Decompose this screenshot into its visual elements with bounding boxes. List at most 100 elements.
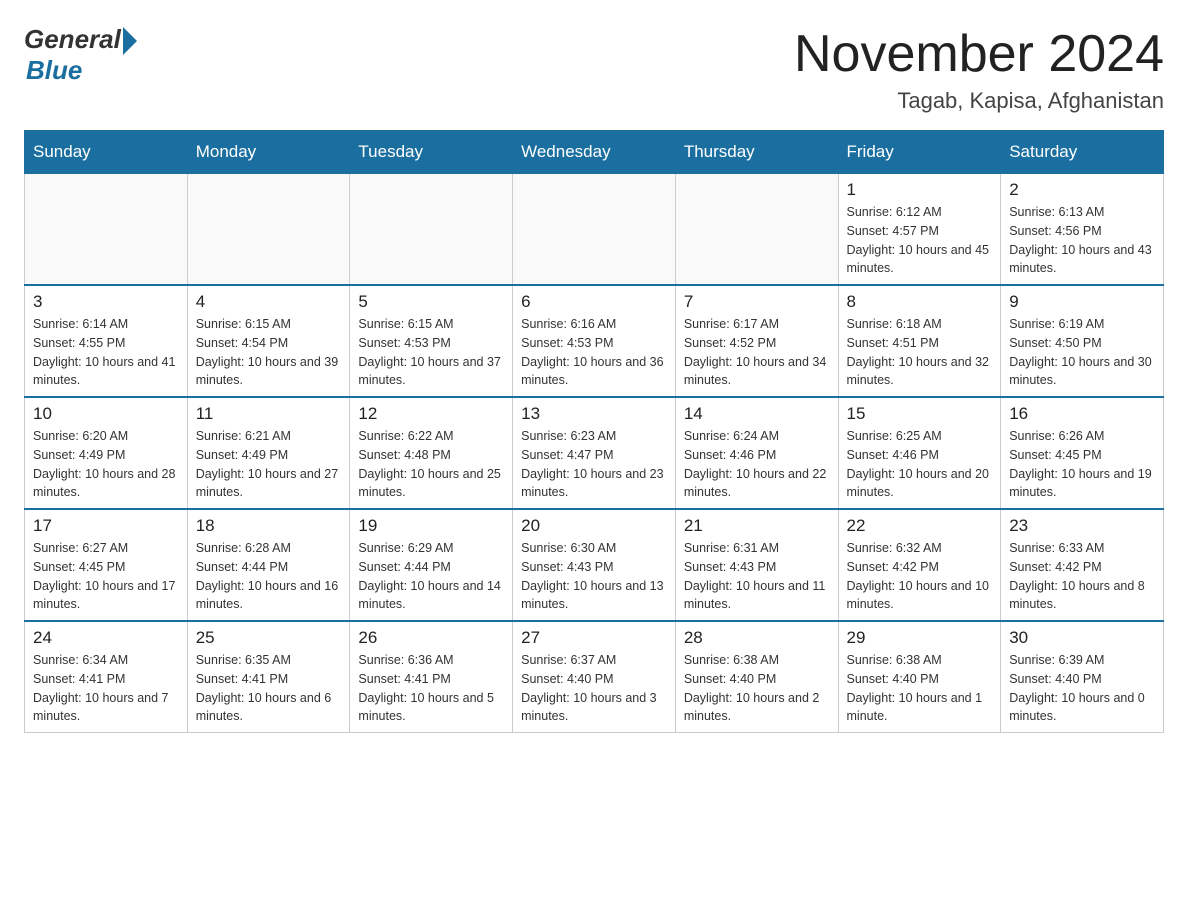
day-info: Sunrise: 6:17 AMSunset: 4:52 PMDaylight:… <box>684 315 830 390</box>
logo-general-text: General <box>24 24 121 55</box>
day-info: Sunrise: 6:38 AMSunset: 4:40 PMDaylight:… <box>847 651 993 726</box>
calendar-week-row: 1 Sunrise: 6:12 AMSunset: 4:57 PMDaylight… <box>25 173 1164 285</box>
day-number: 21 <box>684 516 830 536</box>
calendar-cell: 25Sunrise: 6:35 AMSunset: 4:41 PMDayligh… <box>187 621 350 733</box>
calendar-cell: 19 Sunrise: 6:29 AMSunset: 4:44 PMDayligh… <box>350 509 513 621</box>
calendar-table: SundayMondayTuesdayWednesdayThursdayFrid… <box>24 130 1164 733</box>
calendar-cell: 20 Sunrise: 6:30 AMSunset: 4:43 PMDayligh… <box>513 509 676 621</box>
day-number: 25 <box>196 628 342 648</box>
calendar-cell: 5 Sunrise: 6:15 AMSunset: 4:53 PMDaylight… <box>350 285 513 397</box>
calendar-cell: 9Sunrise: 6:19 AMSunset: 4:50 PMDaylight… <box>1001 285 1164 397</box>
page-header: General Blue November 2024 Tagab, Kapisa… <box>24 24 1164 114</box>
day-info: Sunrise: 6:36 AMSunset: 4:41 PMDaylight:… <box>358 651 504 726</box>
day-number: 4 <box>196 292 342 312</box>
day-info: Sunrise: 6:13 AMSunset: 4:56 PMDaylight:… <box>1009 203 1155 278</box>
day-number: 3 <box>33 292 179 312</box>
day-number: 15 <box>847 404 993 424</box>
logo-arrow-icon <box>123 27 137 55</box>
day-info: Sunrise: 6:25 AMSunset: 4:46 PMDaylight:… <box>847 427 993 502</box>
day-info: Sunrise: 6:19 AMSunset: 4:50 PMDaylight:… <box>1009 315 1155 390</box>
day-info: Sunrise: 6:15 AMSunset: 4:53 PMDaylight:… <box>358 315 504 390</box>
calendar-cell: 7Sunrise: 6:17 AMSunset: 4:52 PMDaylight… <box>675 285 838 397</box>
calendar-week-row: 10 Sunrise: 6:20 AMSunset: 4:49 PMDayligh… <box>25 397 1164 509</box>
day-info: Sunrise: 6:24 AMSunset: 4:46 PMDaylight:… <box>684 427 830 502</box>
day-info: Sunrise: 6:14 AMSunset: 4:55 PMDaylight:… <box>33 315 179 390</box>
day-number: 27 <box>521 628 667 648</box>
calendar-week-row: 24 Sunrise: 6:34 AMSunset: 4:41 PMDayligh… <box>25 621 1164 733</box>
day-number: 30 <box>1009 628 1155 648</box>
day-number: 23 <box>1009 516 1155 536</box>
logo-blue-text: Blue <box>26 55 82 86</box>
calendar-week-row: 17 Sunrise: 6:27 AMSunset: 4:45 PMDayligh… <box>25 509 1164 621</box>
calendar-cell: 23 Sunrise: 6:33 AMSunset: 4:42 PMDayligh… <box>1001 509 1164 621</box>
calendar-cell: 27 Sunrise: 6:37 AMSunset: 4:40 PMDayligh… <box>513 621 676 733</box>
calendar-cell: 26 Sunrise: 6:36 AMSunset: 4:41 PMDayligh… <box>350 621 513 733</box>
day-info: Sunrise: 6:23 AMSunset: 4:47 PMDaylight:… <box>521 427 667 502</box>
day-number: 20 <box>521 516 667 536</box>
calendar-cell <box>187 173 350 285</box>
title-block: November 2024 Tagab, Kapisa, Afghanistan <box>794 24 1164 114</box>
day-number: 6 <box>521 292 667 312</box>
day-info: Sunrise: 6:37 AMSunset: 4:40 PMDaylight:… <box>521 651 667 726</box>
day-number: 5 <box>358 292 504 312</box>
weekday-header-sunday: Sunday <box>25 131 188 173</box>
calendar-cell: 2 Sunrise: 6:13 AMSunset: 4:56 PMDaylight… <box>1001 173 1164 285</box>
day-number: 26 <box>358 628 504 648</box>
calendar-cell: 21 Sunrise: 6:31 AMSunset: 4:43 PMDayligh… <box>675 509 838 621</box>
day-number: 29 <box>847 628 993 648</box>
day-info: Sunrise: 6:31 AMSunset: 4:43 PMDaylight:… <box>684 539 830 614</box>
calendar-cell <box>25 173 188 285</box>
calendar-cell: 28Sunrise: 6:38 AMSunset: 4:40 PMDayligh… <box>675 621 838 733</box>
day-info: Sunrise: 6:38 AMSunset: 4:40 PMDaylight:… <box>684 651 830 726</box>
day-number: 11 <box>196 404 342 424</box>
calendar-cell: 1 Sunrise: 6:12 AMSunset: 4:57 PMDaylight… <box>838 173 1001 285</box>
calendar-week-row: 3 Sunrise: 6:14 AMSunset: 4:55 PMDaylight… <box>25 285 1164 397</box>
calendar-cell: 14Sunrise: 6:24 AMSunset: 4:46 PMDayligh… <box>675 397 838 509</box>
day-info: Sunrise: 6:12 AMSunset: 4:57 PMDaylight:… <box>847 203 993 278</box>
day-number: 12 <box>358 404 504 424</box>
calendar-cell: 17 Sunrise: 6:27 AMSunset: 4:45 PMDayligh… <box>25 509 188 621</box>
day-number: 24 <box>33 628 179 648</box>
day-number: 10 <box>33 404 179 424</box>
calendar-cell: 30Sunrise: 6:39 AMSunset: 4:40 PMDayligh… <box>1001 621 1164 733</box>
day-number: 17 <box>33 516 179 536</box>
calendar-cell: 11Sunrise: 6:21 AMSunset: 4:49 PMDayligh… <box>187 397 350 509</box>
day-number: 19 <box>358 516 504 536</box>
calendar-cell: 22 Sunrise: 6:32 AMSunset: 4:42 PMDayligh… <box>838 509 1001 621</box>
day-info: Sunrise: 6:34 AMSunset: 4:41 PMDaylight:… <box>33 651 179 726</box>
calendar-cell: 18Sunrise: 6:28 AMSunset: 4:44 PMDayligh… <box>187 509 350 621</box>
calendar-cell: 16 Sunrise: 6:26 AMSunset: 4:45 PMDayligh… <box>1001 397 1164 509</box>
weekday-header-saturday: Saturday <box>1001 131 1164 173</box>
calendar-cell <box>513 173 676 285</box>
calendar-cell: 13 Sunrise: 6:23 AMSunset: 4:47 PMDayligh… <box>513 397 676 509</box>
day-number: 1 <box>847 180 993 200</box>
logo: General Blue <box>24 24 137 86</box>
day-info: Sunrise: 6:29 AMSunset: 4:44 PMDaylight:… <box>358 539 504 614</box>
day-number: 2 <box>1009 180 1155 200</box>
day-info: Sunrise: 6:27 AMSunset: 4:45 PMDaylight:… <box>33 539 179 614</box>
day-info: Sunrise: 6:16 AMSunset: 4:53 PMDaylight:… <box>521 315 667 390</box>
weekday-header-thursday: Thursday <box>675 131 838 173</box>
day-info: Sunrise: 6:32 AMSunset: 4:42 PMDaylight:… <box>847 539 993 614</box>
day-info: Sunrise: 6:26 AMSunset: 4:45 PMDaylight:… <box>1009 427 1155 502</box>
calendar-cell: 24 Sunrise: 6:34 AMSunset: 4:41 PMDayligh… <box>25 621 188 733</box>
calendar-cell: 3 Sunrise: 6:14 AMSunset: 4:55 PMDaylight… <box>25 285 188 397</box>
calendar-cell: 29 Sunrise: 6:38 AMSunset: 4:40 PMDayligh… <box>838 621 1001 733</box>
day-info: Sunrise: 6:20 AMSunset: 4:49 PMDaylight:… <box>33 427 179 502</box>
day-info: Sunrise: 6:15 AMSunset: 4:54 PMDaylight:… <box>196 315 342 390</box>
day-number: 16 <box>1009 404 1155 424</box>
calendar-cell: 15 Sunrise: 6:25 AMSunset: 4:46 PMDayligh… <box>838 397 1001 509</box>
day-number: 22 <box>847 516 993 536</box>
weekday-header-tuesday: Tuesday <box>350 131 513 173</box>
day-number: 13 <box>521 404 667 424</box>
calendar-cell: 6 Sunrise: 6:16 AMSunset: 4:53 PMDaylight… <box>513 285 676 397</box>
weekday-header-monday: Monday <box>187 131 350 173</box>
day-info: Sunrise: 6:33 AMSunset: 4:42 PMDaylight:… <box>1009 539 1155 614</box>
day-number: 8 <box>847 292 993 312</box>
day-info: Sunrise: 6:30 AMSunset: 4:43 PMDaylight:… <box>521 539 667 614</box>
month-title: November 2024 <box>794 24 1164 84</box>
calendar-cell: 10 Sunrise: 6:20 AMSunset: 4:49 PMDayligh… <box>25 397 188 509</box>
day-info: Sunrise: 6:18 AMSunset: 4:51 PMDaylight:… <box>847 315 993 390</box>
weekday-header-wednesday: Wednesday <box>513 131 676 173</box>
weekday-header-friday: Friday <box>838 131 1001 173</box>
